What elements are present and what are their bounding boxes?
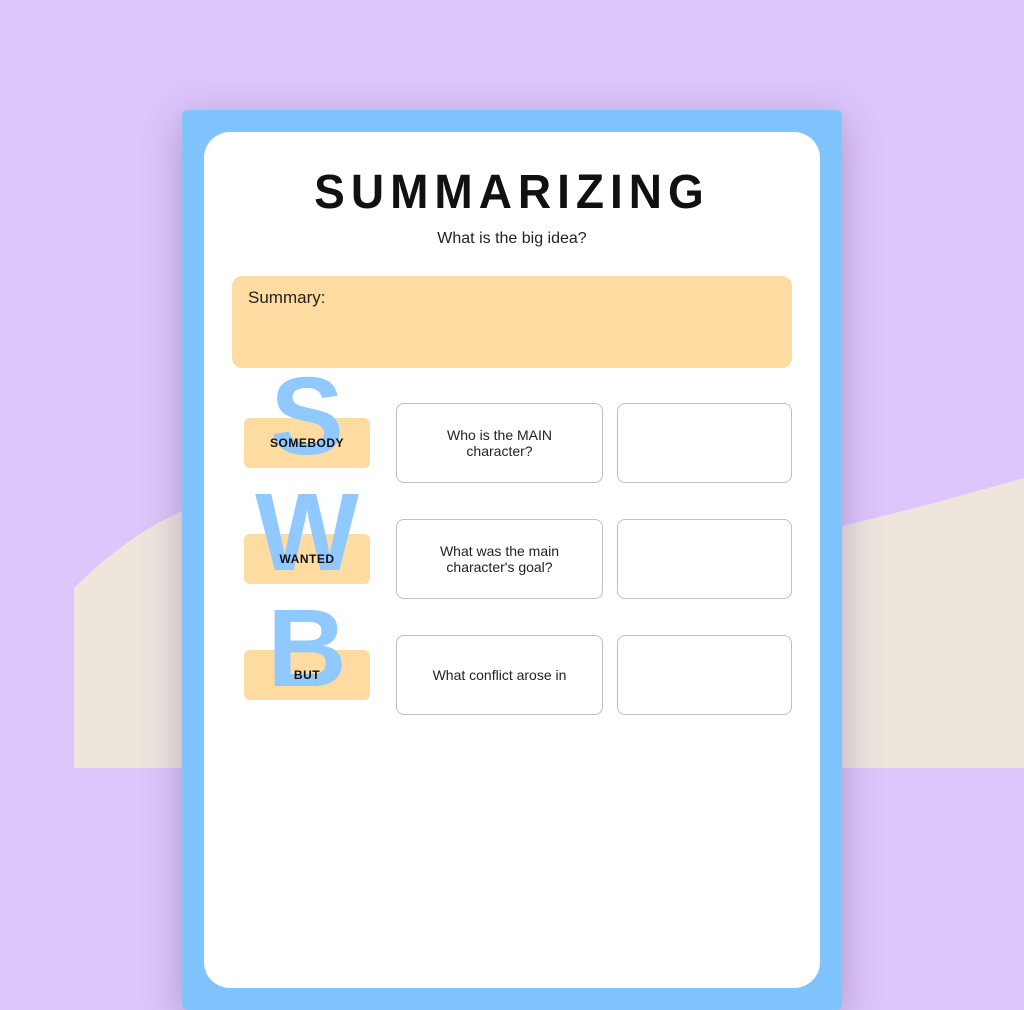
prompt-cell: What conflict arose in: [396, 635, 603, 715]
row-name: BUT: [294, 668, 320, 682]
swbst-rows: S SOMEBODY Who is the MAIN character? W …: [232, 398, 792, 720]
worksheet-body: SUMMARIZING What is the big idea? Summar…: [204, 132, 820, 988]
answer-cell[interactable]: [617, 403, 792, 483]
answer-cell[interactable]: [617, 635, 792, 715]
answer-cell[interactable]: [617, 519, 792, 599]
row-but: B BUT What conflict arose in: [232, 630, 792, 720]
summary-label: Summary:: [248, 288, 325, 307]
page-title: SUMMARIZING: [232, 163, 792, 220]
prompt-cell: What was the main character's goal?: [396, 519, 603, 599]
label-cell: B BUT: [232, 630, 382, 720]
page-subtitle: What is the big idea?: [232, 230, 792, 248]
row-name: WANTED: [280, 552, 335, 566]
worksheet-page: SUMMARIZING What is the big idea? Summar…: [182, 110, 842, 1010]
prompt-cell: Who is the MAIN character?: [396, 403, 603, 483]
row-name: SOMEBODY: [270, 436, 344, 450]
